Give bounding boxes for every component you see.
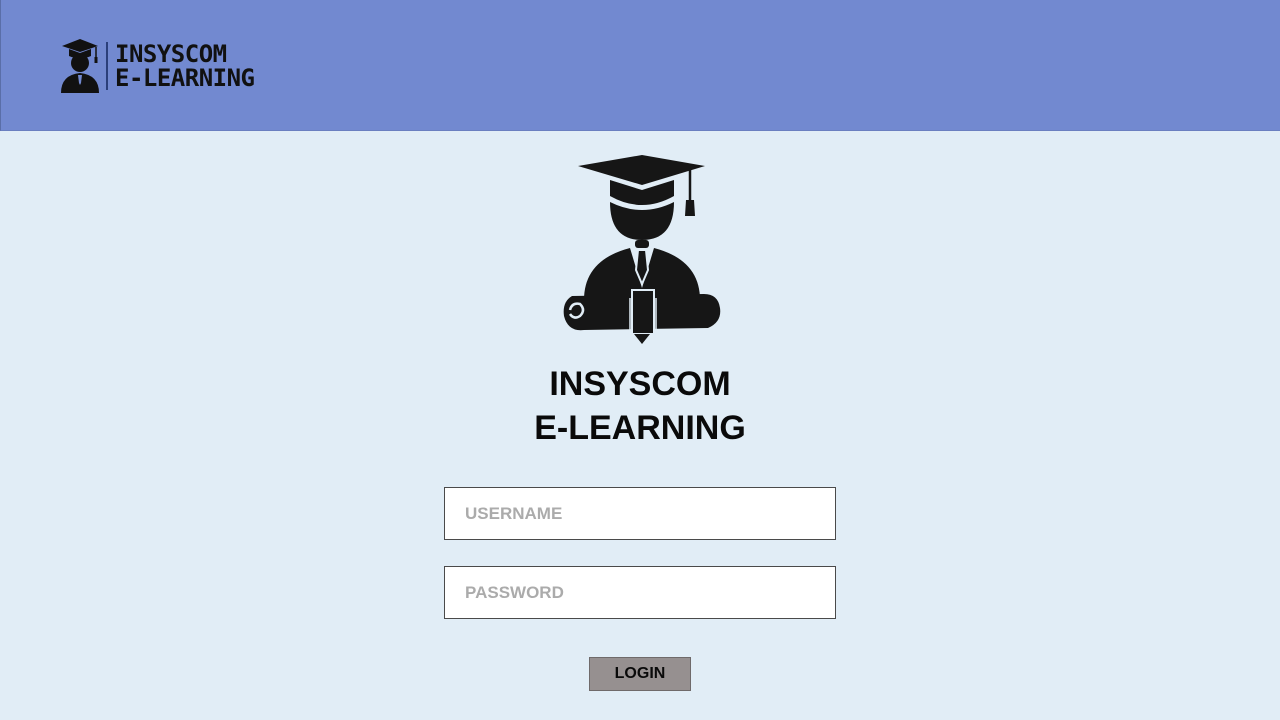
- header-brand-line2: E-LEARNING: [115, 64, 255, 92]
- graduate-with-diploma-icon: [563, 155, 721, 344]
- header-divider: [106, 42, 108, 90]
- brand-title-line2: E-LEARNING: [534, 409, 746, 447]
- top-header: INSYSCOM E-LEARNING: [0, 0, 1280, 131]
- brand-title: INSYSCOM E-LEARNING: [440, 362, 840, 450]
- username-input[interactable]: [444, 487, 836, 540]
- graduate-icon: [61, 39, 99, 93]
- header-brand-line1: INSYSCOM: [115, 40, 227, 68]
- header-brand-text: INSYSCOM E-LEARNING: [115, 42, 255, 90]
- password-input[interactable]: [444, 566, 836, 619]
- login-button[interactable]: LOGIN: [589, 657, 691, 691]
- brand-title-line1: INSYSCOM: [549, 365, 731, 403]
- header-logo[interactable]: INSYSCOM E-LEARNING: [60, 37, 255, 95]
